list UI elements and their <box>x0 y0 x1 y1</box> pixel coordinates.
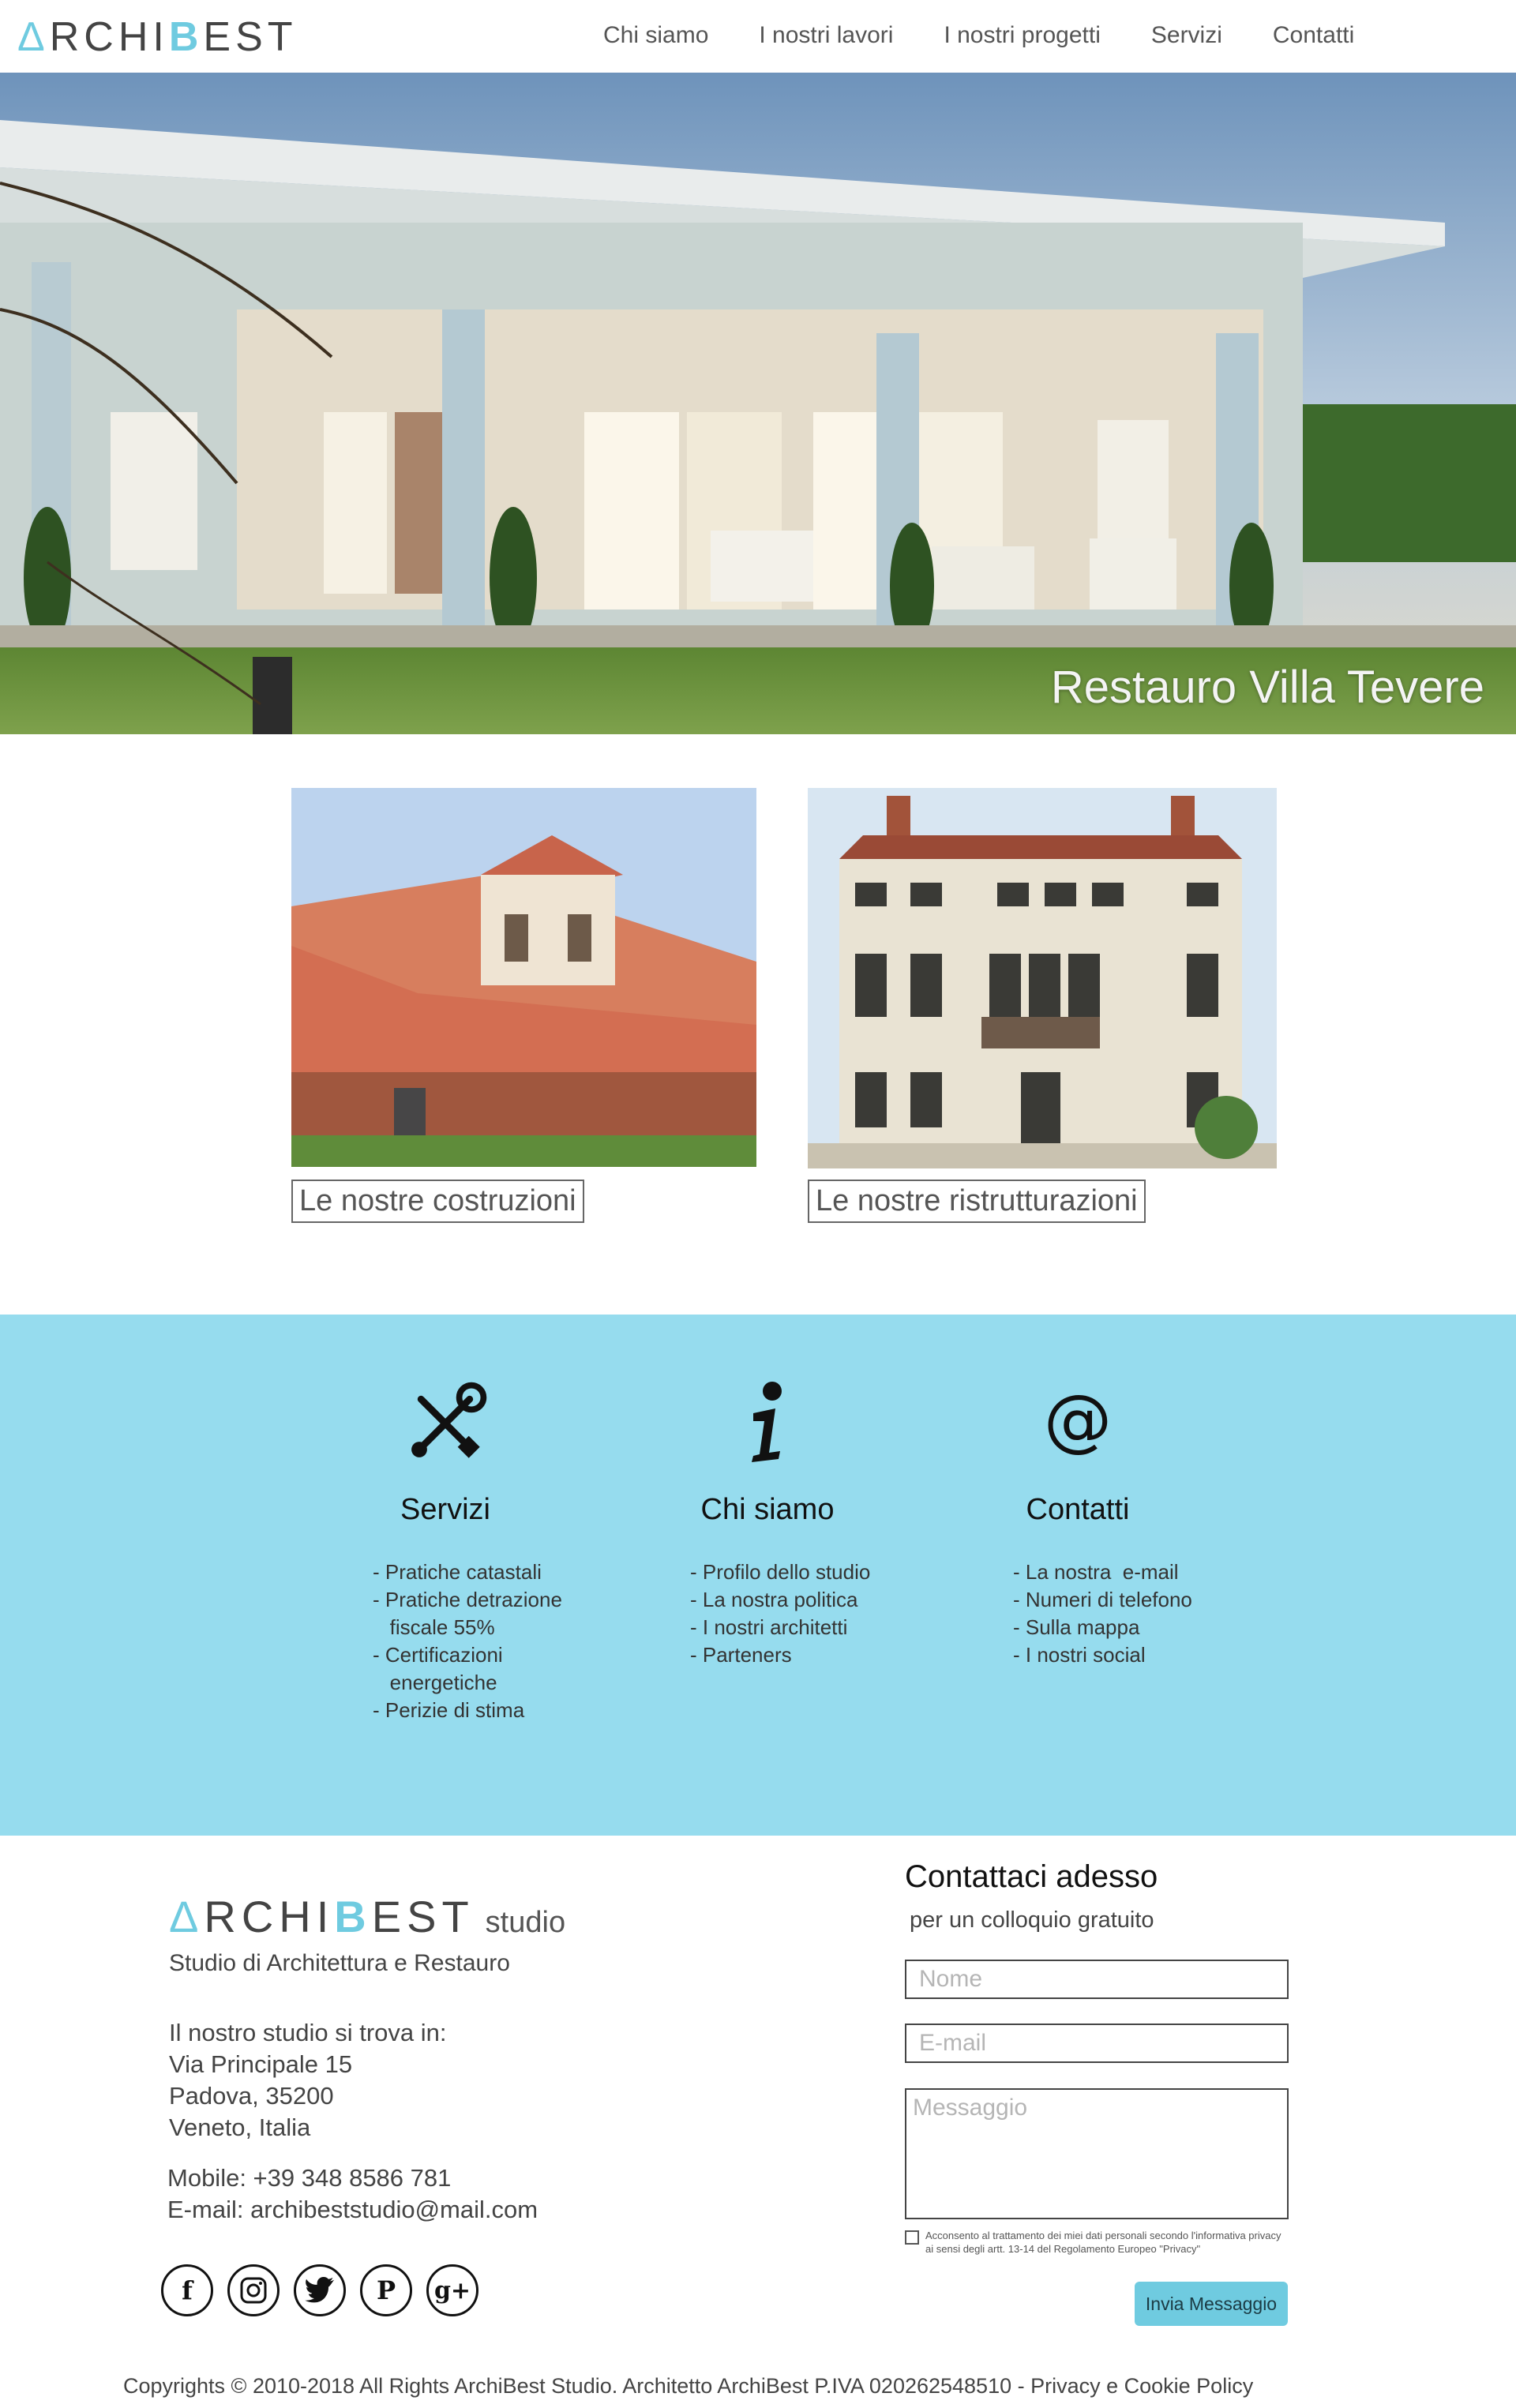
logo-text-part-2: B <box>168 14 204 60</box>
nav-contatti[interactable]: Contatti <box>1273 22 1354 49</box>
message-textarea[interactable] <box>905 2088 1289 2219</box>
list-item[interactable]: - Certificazioni <box>373 1641 572 1669</box>
address-line: Padova, 35200 <box>169 2082 334 2110</box>
costruzioni-image[interactable] <box>291 788 756 1171</box>
nav-chi-siamo[interactable]: Chi siamo <box>603 22 708 49</box>
tools-icon <box>411 1382 487 1458</box>
feature-servizi: Servizi - Pratiche catastali - Pratiche … <box>319 1382 572 1724</box>
site-logo[interactable]: Δ RCHI B EST <box>17 14 298 60</box>
work-card-costruzioni[interactable]: Le nostre costruzioni <box>291 788 756 1223</box>
logo-text-part-1: RCHI <box>49 14 169 60</box>
form-title: Contattaci adesso <box>905 1859 1158 1894</box>
form-subtitle: per un colloquio gratuito <box>910 1907 1154 1933</box>
work-caption-ristrutturazioni[interactable]: Le nostre ristrutturazioni <box>808 1180 1146 1223</box>
copyright-text: Copyrights © 2010-2018 All Rights ArchiB… <box>123 2374 1254 2398</box>
address-line: Il nostro studio si trova in: <box>169 2019 447 2046</box>
google-plus-icon[interactable]: g+ <box>426 2264 478 2316</box>
nav-nostri-progetti[interactable]: I nostri progetti <box>944 22 1100 49</box>
list-item[interactable]: - La nostra e-mail <box>1013 1558 1204 1586</box>
footer-contact: Mobile: +39 348 8586 781 E-mail: archibe… <box>167 2162 538 2226</box>
list-item[interactable]: - Parteners <box>690 1641 894 1669</box>
twitter-icon[interactable] <box>294 2264 346 2316</box>
feature-list-chi-siamo: - Profilo dello studio - La nostra polit… <box>641 1558 894 1669</box>
social-links: f P g+ <box>161 2264 493 2316</box>
consent-text: Acconsento al trattamento dei miei dati … <box>925 2230 1281 2255</box>
works-section: Le nostre costruzioni Le nostre ristrutt… <box>0 734 1516 1315</box>
logo-studio-label: studio <box>485 1906 566 1939</box>
main-nav: Chi siamo I nostri lavori I nostri proge… <box>603 22 1405 49</box>
site-header: Δ RCHI B EST Chi siamo I nostri lavori I no… <box>0 0 1516 73</box>
work-card-ristrutturazioni[interactable]: Le nostre ristrutturazioni <box>808 788 1277 1223</box>
features-section: Servizi - Pratiche catastali - Pratiche … <box>0 1315 1516 1836</box>
hero-caption: Restauro Villa Tevere <box>1050 662 1484 713</box>
footer-mobile[interactable]: Mobile: +39 348 8586 781 <box>167 2162 538 2194</box>
ristrutturazioni-image[interactable] <box>808 788 1277 1172</box>
hero-banner: Restauro Villa Tevere <box>0 73 1516 734</box>
feature-title-contatti: Contatti <box>1026 1493 1130 1526</box>
list-item[interactable]: - Perizie di stima <box>373 1697 572 1724</box>
site-footer: ΔRCHIBEST studio Studio di Architettura … <box>0 1836 1516 2408</box>
logo-text-part-3: EST <box>203 14 298 60</box>
logo-triangle: Δ <box>169 1892 205 1941</box>
list-item[interactable]: - Pratiche catastali <box>373 1558 572 1586</box>
list-item[interactable]: - Sulla mappa <box>1013 1614 1204 1641</box>
list-item[interactable]: - Pratiche detrazione <box>373 1586 572 1614</box>
name-input[interactable] <box>905 1960 1289 1999</box>
instagram-icon[interactable] <box>227 2264 280 2316</box>
logo-text-part-2: B <box>334 1892 372 1941</box>
nav-nostri-lavori[interactable]: I nostri lavori <box>759 22 893 49</box>
footer-tagline: Studio di Architettura e Restauro <box>169 1950 510 1976</box>
list-item[interactable]: - I nostri social <box>1013 1641 1204 1669</box>
feature-list-contatti: - La nostra e-mail - Numeri di telefono … <box>951 1558 1204 1669</box>
facebook-icon[interactable]: f <box>161 2264 213 2316</box>
at-icon: @ <box>1044 1388 1112 1459</box>
address-line: Via Principale 15 <box>169 2050 353 2078</box>
logo-text-part-1: RCHI <box>204 1892 335 1941</box>
feature-title-servizi: Servizi <box>400 1493 491 1526</box>
list-item[interactable]: fiscale 55% <box>373 1614 572 1641</box>
list-item[interactable]: - Numeri di telefono <box>1013 1586 1204 1614</box>
feature-list-servizi: - Pratiche catastali - Pratiche detrazio… <box>319 1558 572 1724</box>
nav-servizi[interactable]: Servizi <box>1151 22 1222 49</box>
list-item[interactable]: - Profilo dello studio <box>690 1558 894 1586</box>
svg-text:@: @ <box>1044 1388 1112 1459</box>
address-line: Veneto, Italia <box>169 2114 311 2141</box>
list-item[interactable]: - La nostra politica <box>690 1586 894 1614</box>
info-icon <box>752 1381 782 1462</box>
list-item[interactable]: - I nostri architetti <box>690 1614 894 1641</box>
privacy-consent: Acconsento al trattamento dei miei dati … <box>905 2229 1292 2256</box>
feature-chi-siamo: Chi siamo - Profilo dello studio - La no… <box>641 1381 894 1669</box>
footer-email[interactable]: E-mail: archibeststudio@mail.com <box>167 2194 538 2226</box>
footer-logo[interactable]: ΔRCHIBEST studio <box>169 1891 565 1942</box>
work-caption-costruzioni[interactable]: Le nostre costruzioni <box>291 1180 584 1223</box>
feature-contatti: @ Contatti - La nostra e-mail - Numeri d… <box>951 1382 1204 1669</box>
feature-title-chi-siamo: Chi siamo <box>700 1493 835 1526</box>
villa-image <box>0 73 1516 734</box>
logo-text-part-3: EST <box>371 1892 475 1941</box>
email-input[interactable] <box>905 2024 1289 2063</box>
logo-triangle: Δ <box>17 14 50 60</box>
list-item[interactable]: energetiche <box>373 1669 572 1697</box>
pinterest-icon[interactable]: P <box>360 2264 412 2316</box>
send-message-button[interactable]: Invia Messaggio <box>1135 2282 1288 2326</box>
footer-address: Il nostro studio si trova in: Via Princi… <box>169 2017 447 2144</box>
consent-checkbox[interactable] <box>905 2230 919 2245</box>
